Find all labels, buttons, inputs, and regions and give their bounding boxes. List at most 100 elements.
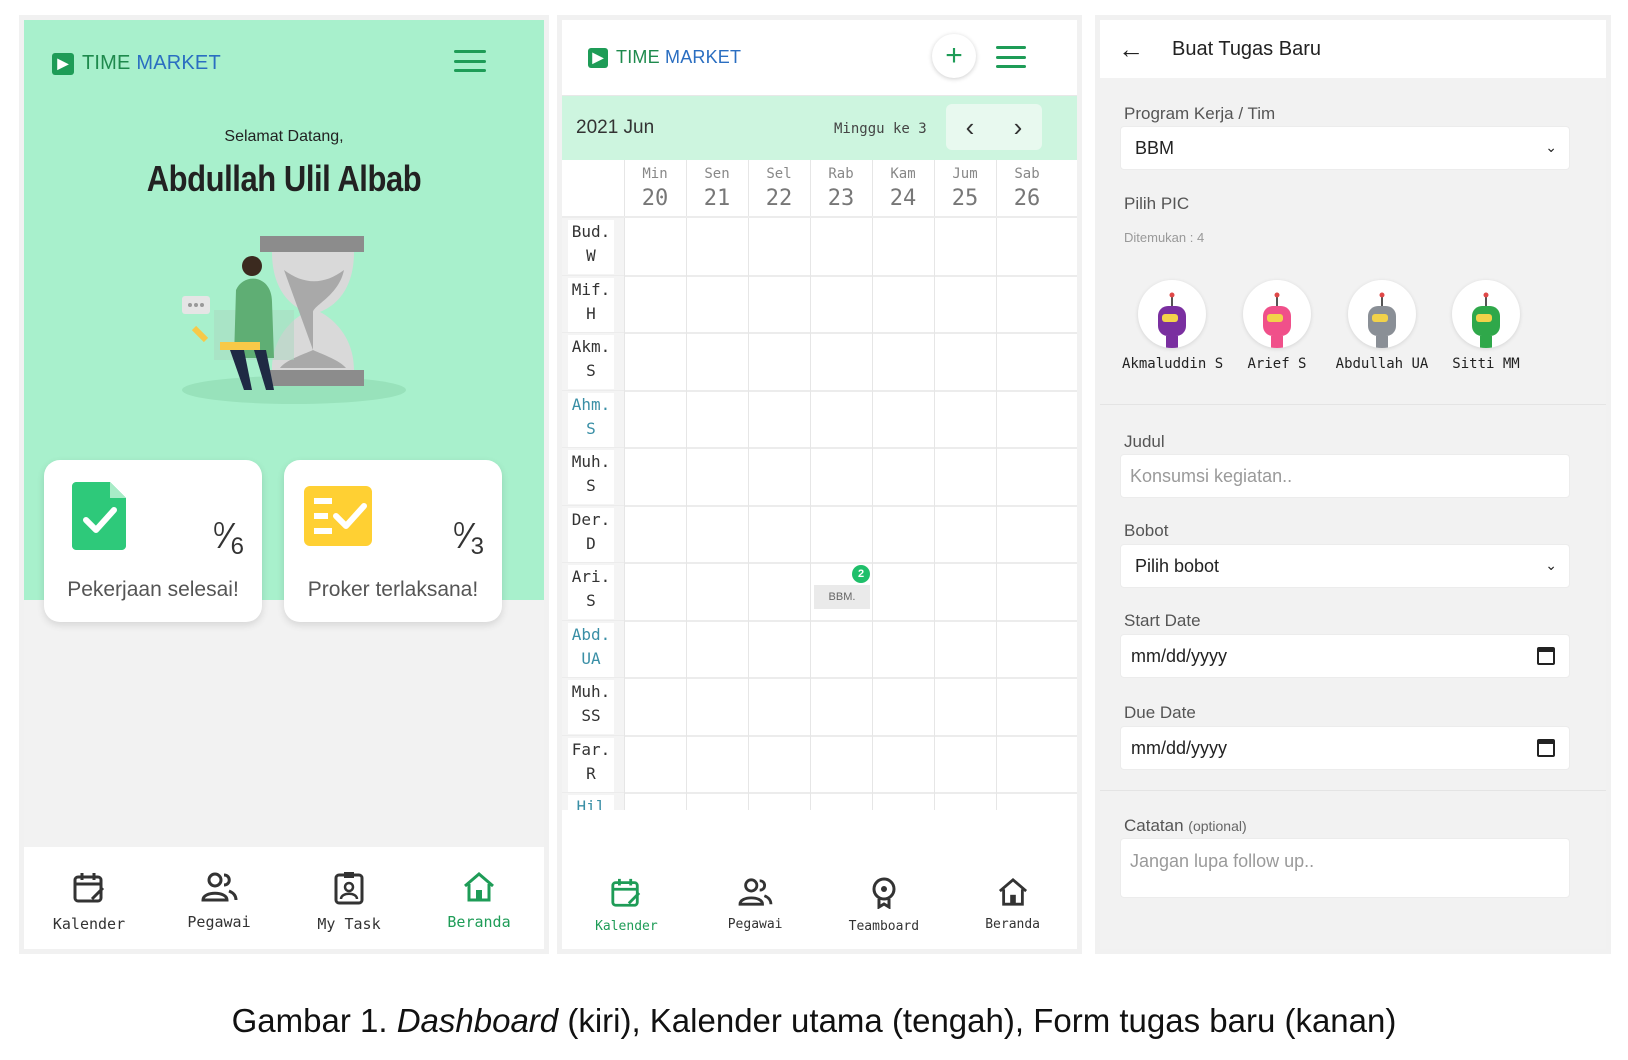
nav-beranda[interactable]: Beranda: [948, 855, 1077, 949]
pic-option[interactable]: Akmaluddin S: [1122, 280, 1224, 372]
nav-kalender-label: Kalender: [595, 919, 658, 934]
username: Abdullah Ulil Albab: [146, 158, 422, 199]
column-divider: [686, 160, 687, 810]
person-row-label[interactable]: Muh. S: [568, 450, 614, 504]
nav-pegawai-label: Pegawai: [727, 917, 783, 932]
person-row-label[interactable]: Muh. SS: [568, 680, 614, 734]
form-header: ← Buat Tugas Baru: [1100, 20, 1606, 78]
catatan-optional-hint: (optional): [1188, 818, 1247, 834]
day-name: Kam: [890, 166, 916, 182]
calendar-picker-icon[interactable]: [1537, 647, 1555, 665]
back-arrow-icon[interactable]: ←: [1118, 34, 1144, 65]
column-divider: [748, 160, 749, 810]
calendar-picker-icon[interactable]: [1537, 739, 1555, 757]
row-divider: [562, 274, 1077, 277]
nav-my-task[interactable]: My Task: [284, 847, 414, 949]
program-selected-value: BBM: [1135, 137, 1175, 158]
row-divider: [562, 332, 1077, 334]
person-initials: S: [586, 361, 596, 380]
day-header: Sen 21: [686, 160, 748, 216]
brand-text-time: TIME: [616, 47, 660, 67]
day-date: 20: [641, 186, 669, 211]
row-divider: [562, 677, 1077, 679]
person-row-label[interactable]: Akm. S: [568, 335, 614, 389]
nav-teamboard-label: Teamboard: [848, 919, 920, 934]
nav-kalender[interactable]: Kalender: [24, 847, 154, 949]
chevron-down-icon: ⌄: [1545, 139, 1557, 155]
week-label: Minggu ke 3: [834, 121, 927, 137]
calendar-event[interactable]: BBM.: [814, 585, 870, 609]
start-date-value: mm/dd/yyyy: [1131, 645, 1228, 666]
proker-label: Proker terlaksana!: [307, 578, 479, 601]
catatan-textarea[interactable]: Jangan lupa follow up..: [1120, 838, 1570, 898]
nav-kalender[interactable]: Kalender: [562, 855, 691, 949]
pekerjaan-progress: 0⁄6: [213, 515, 245, 560]
person-row-label[interactable]: Far. R: [568, 737, 614, 792]
pic-name: Arief S: [1247, 356, 1307, 372]
document-check-icon: [72, 482, 126, 550]
day-name: Sel: [766, 166, 792, 182]
nav-teamboard[interactable]: Teamboard: [820, 855, 949, 949]
person-row-label[interactable]: Bud. W: [568, 220, 614, 274]
program-select[interactable]: BBM ⌄: [1120, 126, 1570, 170]
card-proker-terlaksana[interactable]: 0⁄3 Proker terlaksana!: [284, 460, 502, 622]
column-divider: [810, 160, 811, 810]
person-initials: H: [586, 303, 596, 323]
person-row-label[interactable]: Der. D: [568, 507, 614, 562]
pic-option[interactable]: Sitti MM: [1436, 280, 1536, 372]
bobot-select[interactable]: Pilih bobot ⌄: [1120, 544, 1570, 588]
start-date-label: Start Date: [1124, 611, 1201, 630]
person-initials: S: [586, 418, 596, 438]
bottom-nav: Kalender Pegawai My Task Beranda: [24, 847, 544, 949]
prev-week-chevron-left-icon[interactable]: ‹: [946, 104, 994, 150]
proker-progress: 0⁄3: [453, 515, 485, 560]
robot-avatar-icon: [1138, 280, 1206, 348]
brand-text-market: MARKET: [665, 47, 742, 67]
card-pekerjaan-selesai[interactable]: 0⁄6 Pekerjaan selesai!: [44, 460, 262, 622]
person-name-abbrev: Mif.: [571, 279, 611, 299]
home-icon: [998, 877, 1027, 906]
next-week-chevron-right-icon[interactable]: ›: [994, 104, 1042, 150]
person-row-label[interactable]: Abd. UA: [568, 622, 614, 677]
person-row-label[interactable]: Mif. H: [568, 277, 614, 332]
day-date: 26: [1013, 186, 1041, 211]
menu-icon[interactable]: [454, 50, 486, 72]
catatan-label: Catatan (optional): [1124, 816, 1247, 836]
calendar-icon: [73, 873, 105, 903]
pic-name: Akmaluddin S: [1122, 356, 1224, 372]
day-date: 21: [703, 186, 731, 211]
pic-option[interactable]: Arief S: [1227, 280, 1327, 372]
robot-avatar-icon: [1348, 280, 1416, 348]
people-icon: [738, 878, 773, 906]
person-name-abbrev: Ahm.: [571, 394, 611, 414]
bobot-label: Bobot: [1124, 521, 1169, 540]
menu-icon[interactable]: [996, 46, 1026, 68]
judul-input[interactable]: Konsumsi kegiatan..: [1120, 454, 1570, 498]
column-divider: [872, 160, 873, 810]
logo-mark-icon: ▶: [588, 47, 608, 68]
nav-pegawai[interactable]: Pegawai: [154, 847, 284, 949]
nav-pegawai[interactable]: Pegawai: [691, 855, 820, 949]
day-name: Jum: [952, 166, 978, 182]
due-date-value: mm/dd/yyyy: [1131, 737, 1228, 758]
person-initials: R: [586, 763, 596, 783]
new-task-form-screen: ← Buat Tugas Baru Program Kerja / Tim BB…: [1100, 20, 1606, 949]
nav-beranda[interactable]: Beranda: [414, 847, 544, 949]
person-name-abbrev: Abd.: [571, 624, 611, 644]
chevron-down-icon: ⌄: [1545, 557, 1557, 573]
person-initials: UA: [581, 648, 601, 668]
person-row-label[interactable]: Hil: [568, 795, 614, 810]
person-initials: W: [586, 246, 596, 265]
judul-label: Judul: [1124, 432, 1165, 451]
due-date-input[interactable]: mm/dd/yyyy: [1120, 726, 1570, 770]
pic-option[interactable]: Abdullah UA: [1332, 280, 1432, 372]
person-row-label[interactable]: Ari. S: [568, 565, 614, 619]
due-date-label: Due Date: [1124, 703, 1196, 722]
catatan-placeholder: Jangan lupa follow up..: [1130, 851, 1315, 871]
start-date-input[interactable]: mm/dd/yyyy: [1120, 634, 1570, 678]
person-row-label[interactable]: Ahm. S: [568, 392, 614, 447]
calendar-header: ▶ TIME MARKET +: [562, 20, 1077, 96]
nav-my-task-label: My Task: [317, 915, 381, 933]
nav-beranda-label: Beranda: [985, 917, 1041, 932]
add-task-button[interactable]: +: [932, 34, 976, 78]
